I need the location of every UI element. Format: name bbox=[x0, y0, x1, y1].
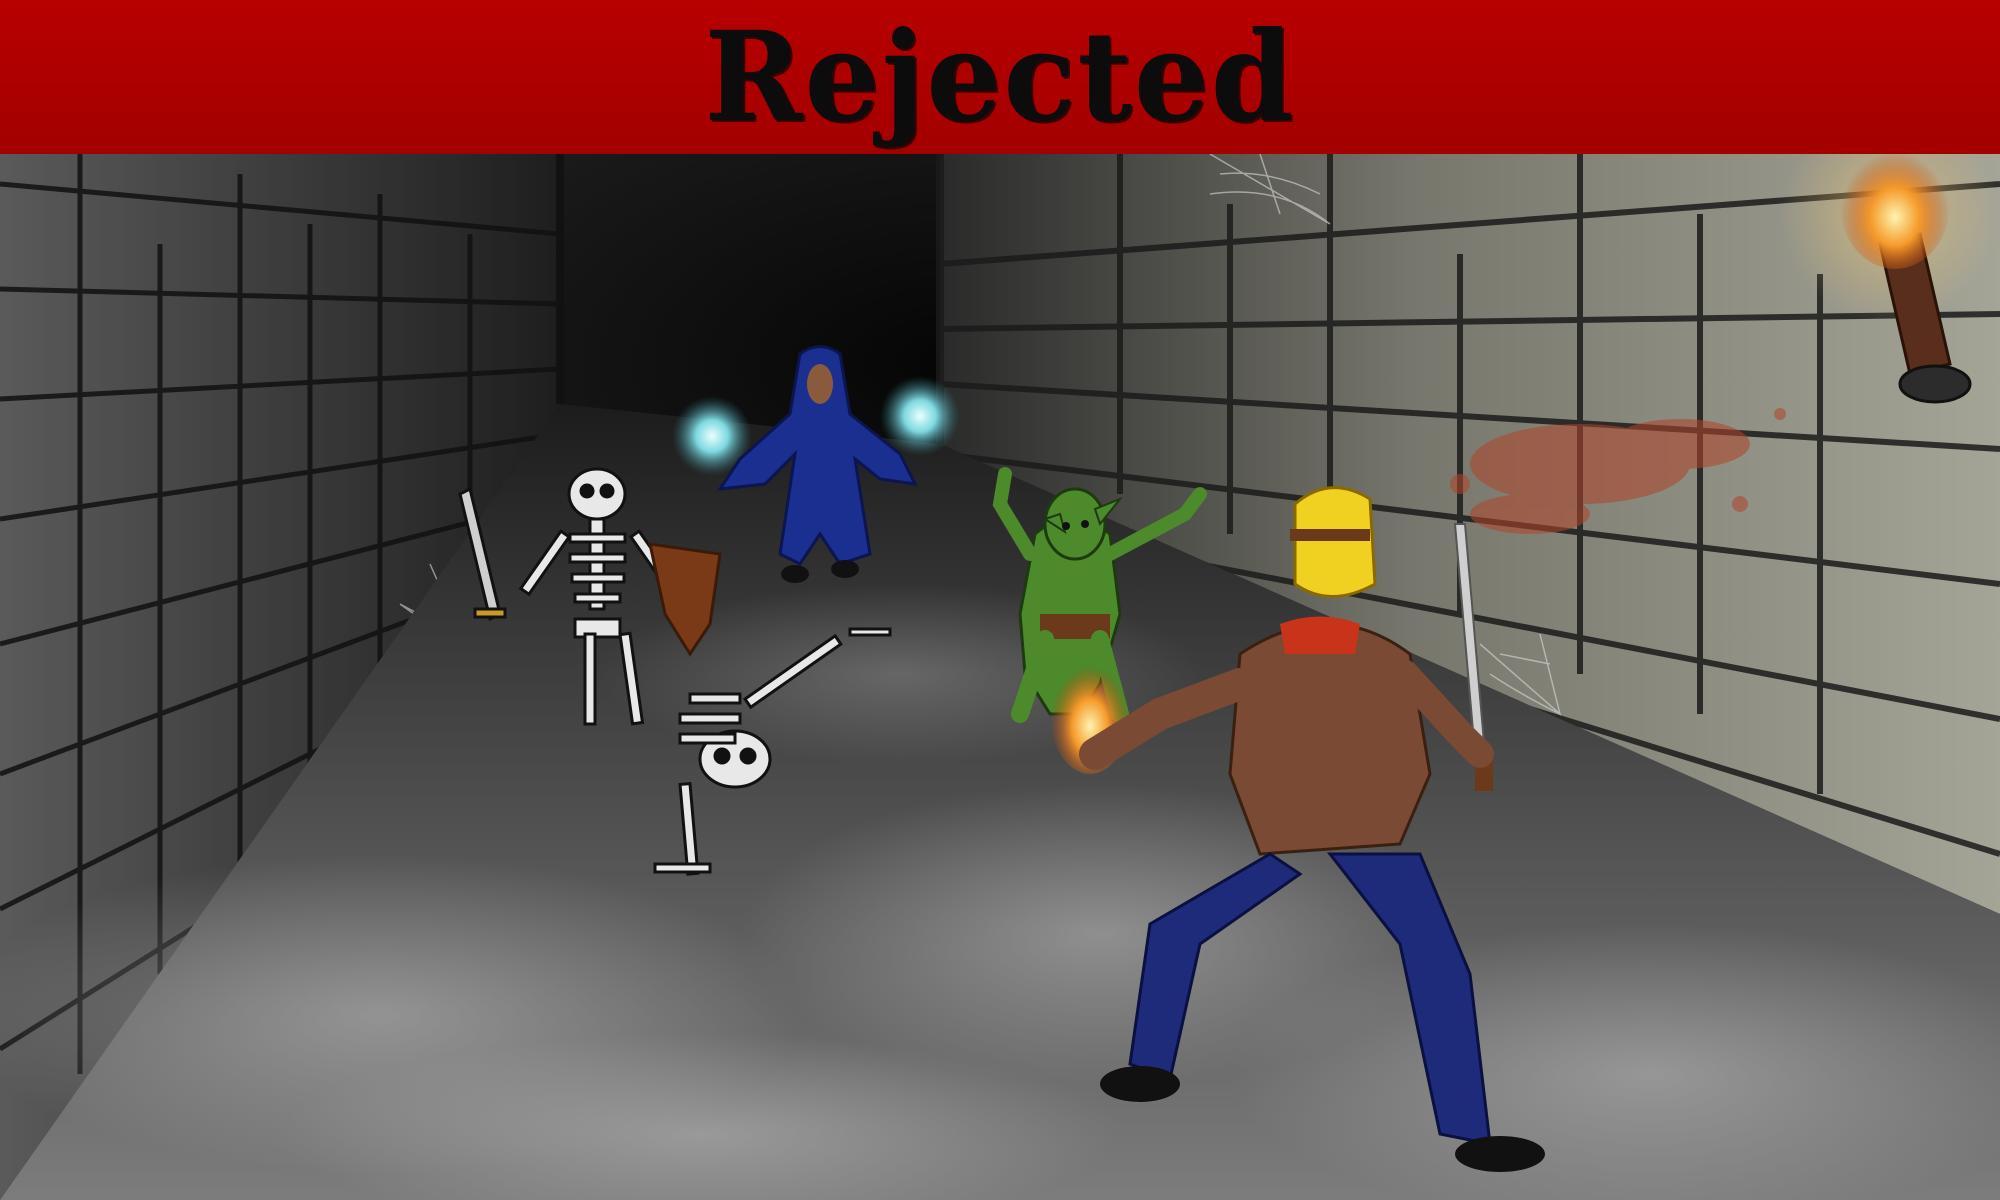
page-title: Rejected bbox=[704, 3, 1296, 150]
game-screen: Rejected bbox=[0, 0, 2000, 1200]
title-banner: Rejected bbox=[0, 0, 2000, 156]
dungeon-scene bbox=[0, 154, 2000, 1200]
